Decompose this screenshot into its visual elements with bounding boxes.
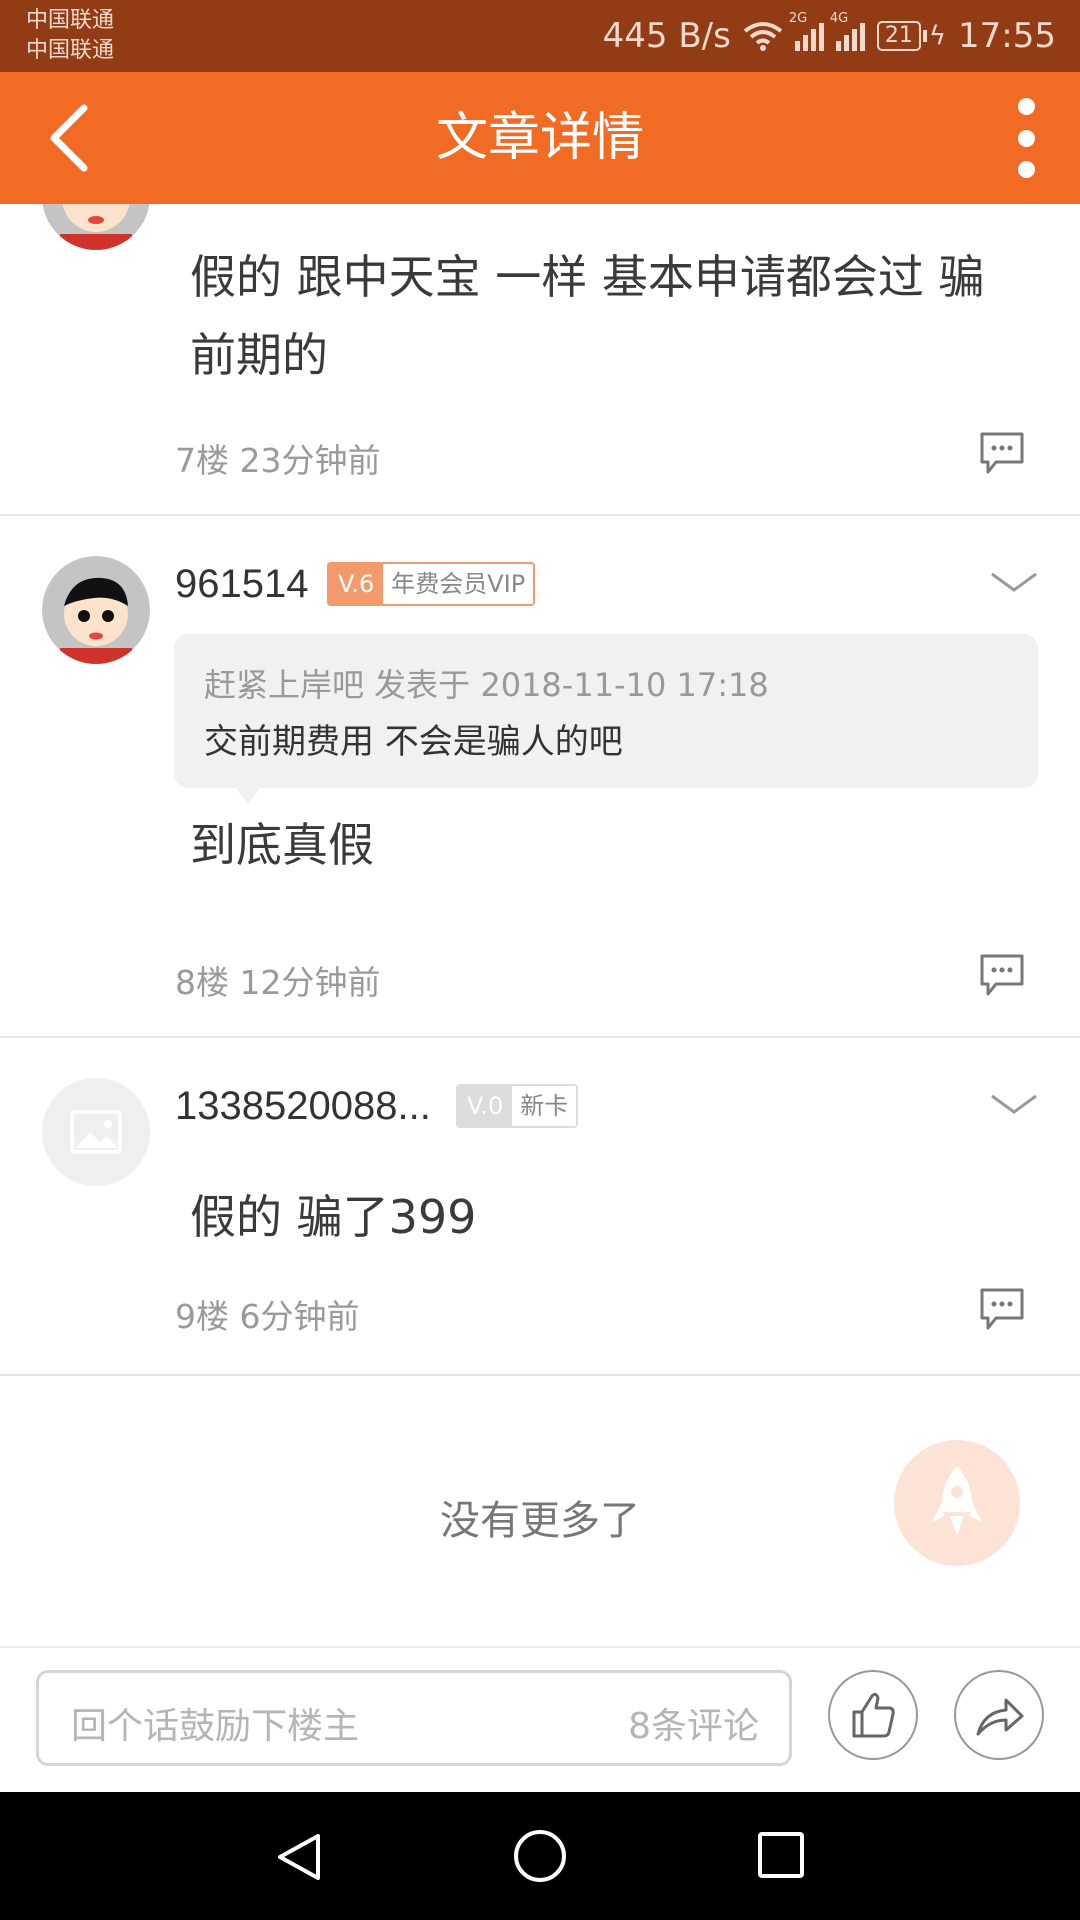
comment-bar: 回个话鼓励下楼主 8条评论 — [0, 1646, 1080, 1792]
vip-tag: 年费会员VIP — [383, 564, 534, 604]
like-button[interactable] — [828, 1670, 918, 1760]
status-icons: 445 B/s 2G 4G 21 ϟ 17:55 — [602, 11, 1056, 58]
floor-number: 9楼 — [175, 1297, 229, 1336]
nav-home-icon[interactable] — [512, 1828, 568, 1884]
battery-icon: 21 ϟ — [876, 21, 947, 51]
quote-meta: 赶紧上岸吧 发表于 2018-11-10 17:18 — [204, 666, 769, 704]
carrier-info: 中国联通 中国联通 — [26, 6, 114, 66]
post-time: 23分钟前 — [239, 441, 381, 480]
battery-level: 21 — [876, 21, 921, 51]
comment-meta: 9楼 6分钟前 — [175, 1290, 360, 1338]
comment-text: 假的 骗了399 — [190, 1190, 477, 1244]
username[interactable]: 961514 — [175, 556, 308, 612]
status-bar: 中国联通 中国联通 445 B/s 2G 4G 21 ϟ 17:55 — [0, 0, 1080, 72]
chevron-down-icon[interactable] — [990, 566, 1038, 596]
member-badge: V.0 新卡 — [456, 1084, 579, 1128]
comment-text: 到底真假 — [190, 818, 374, 872]
quoted-comment: 赶紧上岸吧 发表于 2018-11-10 17:18 交前期费用 不会是骗人的吧 — [174, 634, 1038, 804]
signal-icon-1: 2G — [789, 11, 824, 51]
quote-text: 交前期费用 不会是骗人的吧 — [204, 722, 623, 762]
comment-item: 1338520088... V.0 新卡 假的 骗了399 9楼 6分钟前 — [0, 1038, 1080, 1376]
wifi-icon — [743, 22, 783, 51]
avatar[interactable] — [42, 556, 150, 664]
signal-icon-2: 4G — [830, 11, 865, 51]
app-header: 文章详情 — [0, 72, 1080, 204]
comment-text: 假的 跟中天宝 一样 基本申请都会过 骗前期的 — [190, 250, 985, 382]
nav-back-icon[interactable] — [272, 1830, 326, 1884]
signal-2-label: 4G — [829, 11, 849, 26]
comment-meta: 8楼 12分钟前 — [175, 956, 381, 1004]
card-tag: 新卡 — [512, 1086, 577, 1126]
post-time: 12分钟前 — [239, 963, 381, 1002]
system-nav-bar — [0, 1792, 1080, 1920]
chevron-down-icon[interactable] — [990, 1088, 1038, 1118]
thumbs-up-icon — [852, 1692, 895, 1738]
comment-bubble-icon[interactable] — [978, 952, 1026, 998]
page-title: 文章详情 — [435, 108, 644, 168]
charging-icon: ϟ — [928, 21, 947, 51]
share-icon — [976, 1698, 1024, 1736]
comment-count: 8条评论 — [628, 1706, 759, 1747]
avatar[interactable] — [42, 204, 150, 250]
comment-item: 假的 跟中天宝 一样 基本申请都会过 骗前期的 7楼 23分钟前 — [0, 204, 1080, 516]
carrier-1: 中国联通 — [26, 8, 115, 33]
more-vert-icon[interactable] — [1006, 98, 1046, 178]
level-label: V.6 — [329, 564, 384, 604]
username[interactable]: 1338520088... — [175, 1078, 431, 1134]
comment-bubble-icon[interactable] — [978, 430, 1026, 476]
comment-meta: 7楼 23分钟前 — [175, 434, 381, 482]
net-speed: 445 B/s — [602, 16, 731, 56]
comment-item: 961514 V.6 年费会员VIP 赶紧上岸吧 发表于 2018-11-10 … — [0, 516, 1080, 1038]
floor-number: 8楼 — [175, 963, 229, 1002]
level-label: V.0 — [458, 1086, 513, 1126]
rocket-icon[interactable] — [894, 1440, 1020, 1566]
post-time: 6分钟前 — [239, 1297, 360, 1336]
comment-input[interactable]: 回个话鼓励下楼主 8条评论 — [36, 1670, 792, 1766]
signal-1-label: 2G — [788, 11, 808, 26]
member-badge: V.6 年费会员VIP — [327, 562, 536, 606]
input-placeholder: 回个话鼓励下楼主 — [71, 1706, 360, 1747]
nav-recents-icon[interactable] — [756, 1830, 806, 1880]
comment-list[interactable]: 假的 跟中天宝 一样 基本申请都会过 骗前期的 7楼 23分钟前 961514 … — [0, 204, 1080, 1646]
clock: 17:55 — [958, 16, 1056, 56]
carrier-2: 中国联通 — [26, 38, 115, 63]
share-button[interactable] — [954, 1670, 1044, 1760]
avatar-placeholder-icon[interactable] — [42, 1078, 150, 1186]
comment-bubble-icon[interactable] — [978, 1286, 1026, 1332]
floor-number: 7楼 — [175, 441, 229, 480]
